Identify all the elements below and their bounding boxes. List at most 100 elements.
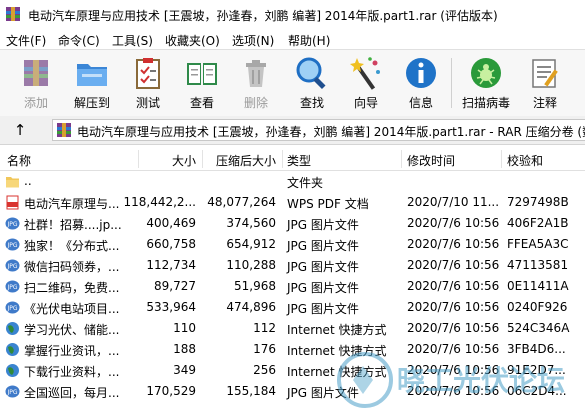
test-button[interactable]: 测试	[118, 52, 178, 114]
menu-tools[interactable]: 工具(S)	[112, 32, 153, 49]
file-type: 文件夹	[287, 176, 324, 190]
file-crc: 524C346A	[507, 321, 570, 335]
menu-file[interactable]: 文件(F)	[6, 32, 46, 49]
globe-icon	[6, 343, 19, 356]
file-row[interactable]: 掌握行业资讯，... 188 176 Internet 快捷方式 2020/7/…	[0, 339, 585, 360]
test-label: 测试	[135, 96, 160, 110]
extract-to-icon	[77, 64, 107, 86]
column-size[interactable]: 大小	[140, 152, 196, 169]
file-name: 扫二维码，免费...	[24, 281, 120, 295]
file-row[interactable]: JPG 全国巡回，每月... 170,529 155,184 JPG 图片文件 …	[0, 381, 585, 402]
file-name: 独家！《分布式...	[24, 239, 120, 253]
file-type: JPG 图片文件	[287, 281, 359, 295]
file-type: Internet 快捷方式	[287, 344, 387, 358]
file-name: ..	[24, 174, 32, 188]
svg-text:JPG: JPG	[6, 284, 17, 291]
file-row[interactable]: JPG 微信扫码领券，... 112,734 110,288 JPG 图片文件 …	[0, 255, 585, 276]
file-name: 微信扫码领券，...	[24, 260, 120, 274]
menu-command[interactable]: 命令(C)	[58, 32, 100, 49]
file-crc: 406F2A1B	[507, 216, 569, 230]
file-type: JPG 图片文件	[287, 386, 359, 400]
file-crc: 7297498B	[507, 195, 569, 209]
file-size: 118,442,2...	[123, 195, 196, 209]
file-size: 400,469	[146, 216, 196, 230]
column-modified[interactable]: 修改时间	[407, 152, 455, 169]
file-modified: 2020/7/6 10:56	[407, 300, 500, 314]
file-crc: 0240F926	[507, 300, 568, 314]
view-label: 查看	[189, 96, 214, 110]
file-packed-size: 256	[253, 363, 276, 377]
svg-text:JPG: JPG	[6, 305, 17, 312]
column-divider	[282, 150, 283, 168]
jpg-icon: JPG	[5, 259, 20, 272]
file-size: 188	[173, 342, 196, 356]
file-modified: 2020/7/6 10:56	[407, 342, 500, 356]
menu-options[interactable]: 选项(N)	[232, 32, 274, 49]
wizard-button[interactable]: 向导	[336, 52, 396, 114]
file-type: JPG 图片文件	[287, 239, 359, 253]
comment-button[interactable]: 注释	[515, 52, 575, 114]
file-name: 电动汽车原理与...	[24, 197, 120, 211]
file-type: JPG 图片文件	[287, 260, 359, 274]
globe-icon	[6, 364, 19, 377]
file-name: 社群！招募....jp...	[24, 218, 122, 232]
jpg-icon: JPG	[5, 280, 20, 293]
archive-path-field[interactable]: 电动汽车原理与应用技术 [王震坡，孙逢春，刘鹏 编著] 2014年版.part1…	[52, 119, 585, 141]
file-row[interactable]: 学习光伏、储能... 110 112 Internet 快捷方式 2020/7/…	[0, 318, 585, 339]
up-arrow-icon[interactable]: ↑	[10, 120, 30, 140]
column-name[interactable]: 名称	[7, 152, 31, 169]
file-packed-size: 51,968	[234, 279, 276, 293]
file-type: WPS PDF 文档	[287, 197, 369, 211]
column-packed[interactable]: 压缩后大小	[204, 152, 276, 169]
info-label: 信息	[408, 96, 433, 110]
winrar-app-icon	[6, 7, 20, 21]
delete-button[interactable]: 删除	[226, 52, 286, 114]
find-label: 查找	[299, 96, 324, 110]
file-packed-size: 155,184	[226, 384, 276, 398]
file-crc: 47113581	[507, 258, 569, 272]
file-crc: 3FB4D6...	[507, 342, 566, 356]
file-size: 660,758	[146, 237, 196, 251]
file-size: 89,727	[154, 279, 196, 293]
file-modified: 2020/7/6 10:56	[407, 216, 500, 230]
file-size: 112,734	[146, 258, 196, 272]
svg-text:JPG: JPG	[6, 242, 17, 249]
find-button[interactable]: 查找	[282, 52, 342, 114]
find-magnifier-icon	[296, 57, 326, 90]
virus-scan-button[interactable]: 扫描病毒	[456, 52, 516, 114]
test-clipboard-icon	[136, 58, 160, 89]
extract-to-label: 解压到	[73, 96, 110, 110]
file-packed-size: 374,560	[226, 216, 276, 230]
column-crc[interactable]: 校验和	[507, 152, 543, 169]
menu-help[interactable]: 帮助(H)	[288, 32, 330, 49]
extract-to-button[interactable]: 解压到	[62, 52, 122, 114]
file-row[interactable]: 电动汽车原理与... 118,442,2... 48,077,264 WPS P…	[0, 192, 585, 213]
jpg-icon: JPG	[5, 217, 20, 230]
file-modified: 2020/7/6 10:56	[407, 321, 500, 335]
menu-bar: 文件(F) 命令(C) 工具(S) 收藏夹(O) 选项(N) 帮助(H)	[0, 30, 585, 49]
jpg-icon: JPG	[5, 385, 20, 398]
file-row[interactable]: JPG 独家！《分布式... 660,758 654,912 JPG 图片文件 …	[0, 234, 585, 255]
file-row[interactable]: JPG 《光伏电站项目... 533,964 474,896 JPG 图片文件 …	[0, 297, 585, 318]
view-book-icon	[187, 63, 217, 85]
view-button[interactable]: 查看	[172, 52, 232, 114]
info-button[interactable]: 信息	[391, 52, 451, 114]
virus-scan-icon	[471, 58, 501, 88]
column-type[interactable]: 类型	[287, 152, 311, 169]
file-type: JPG 图片文件	[287, 218, 359, 232]
file-row[interactable]: 下载行业资料，... 349 256 Internet 快捷方式 2020/7/…	[0, 360, 585, 381]
toolbar: 添加 解压到 测试 查看 删除 查找 向导 信息 扫描病毒 注释	[0, 49, 585, 117]
file-row-parent-folder[interactable]: .. 文件夹	[0, 171, 585, 192]
file-name: 学习光伏、储能...	[24, 323, 120, 337]
title-bar: 电动汽车原理与应用技术 [王震坡，孙逢春，刘鹏 编著] 2014年版.part1…	[0, 0, 585, 31]
svg-text:JPG: JPG	[6, 389, 17, 396]
file-type: Internet 快捷方式	[287, 365, 387, 379]
wizard-wand-icon	[350, 57, 380, 90]
jpg-icon: JPG	[5, 301, 20, 314]
add-button[interactable]: 添加	[6, 52, 66, 114]
file-name: 下载行业资料，...	[24, 365, 120, 379]
file-row[interactable]: JPG 社群！招募....jp... 400,469 374,560 JPG 图…	[0, 213, 585, 234]
file-row[interactable]: JPG 扫二维码，免费... 89,727 51,968 JPG 图片文件 20…	[0, 276, 585, 297]
menu-favorites[interactable]: 收藏夹(O)	[165, 32, 220, 49]
globe-icon	[6, 322, 19, 335]
